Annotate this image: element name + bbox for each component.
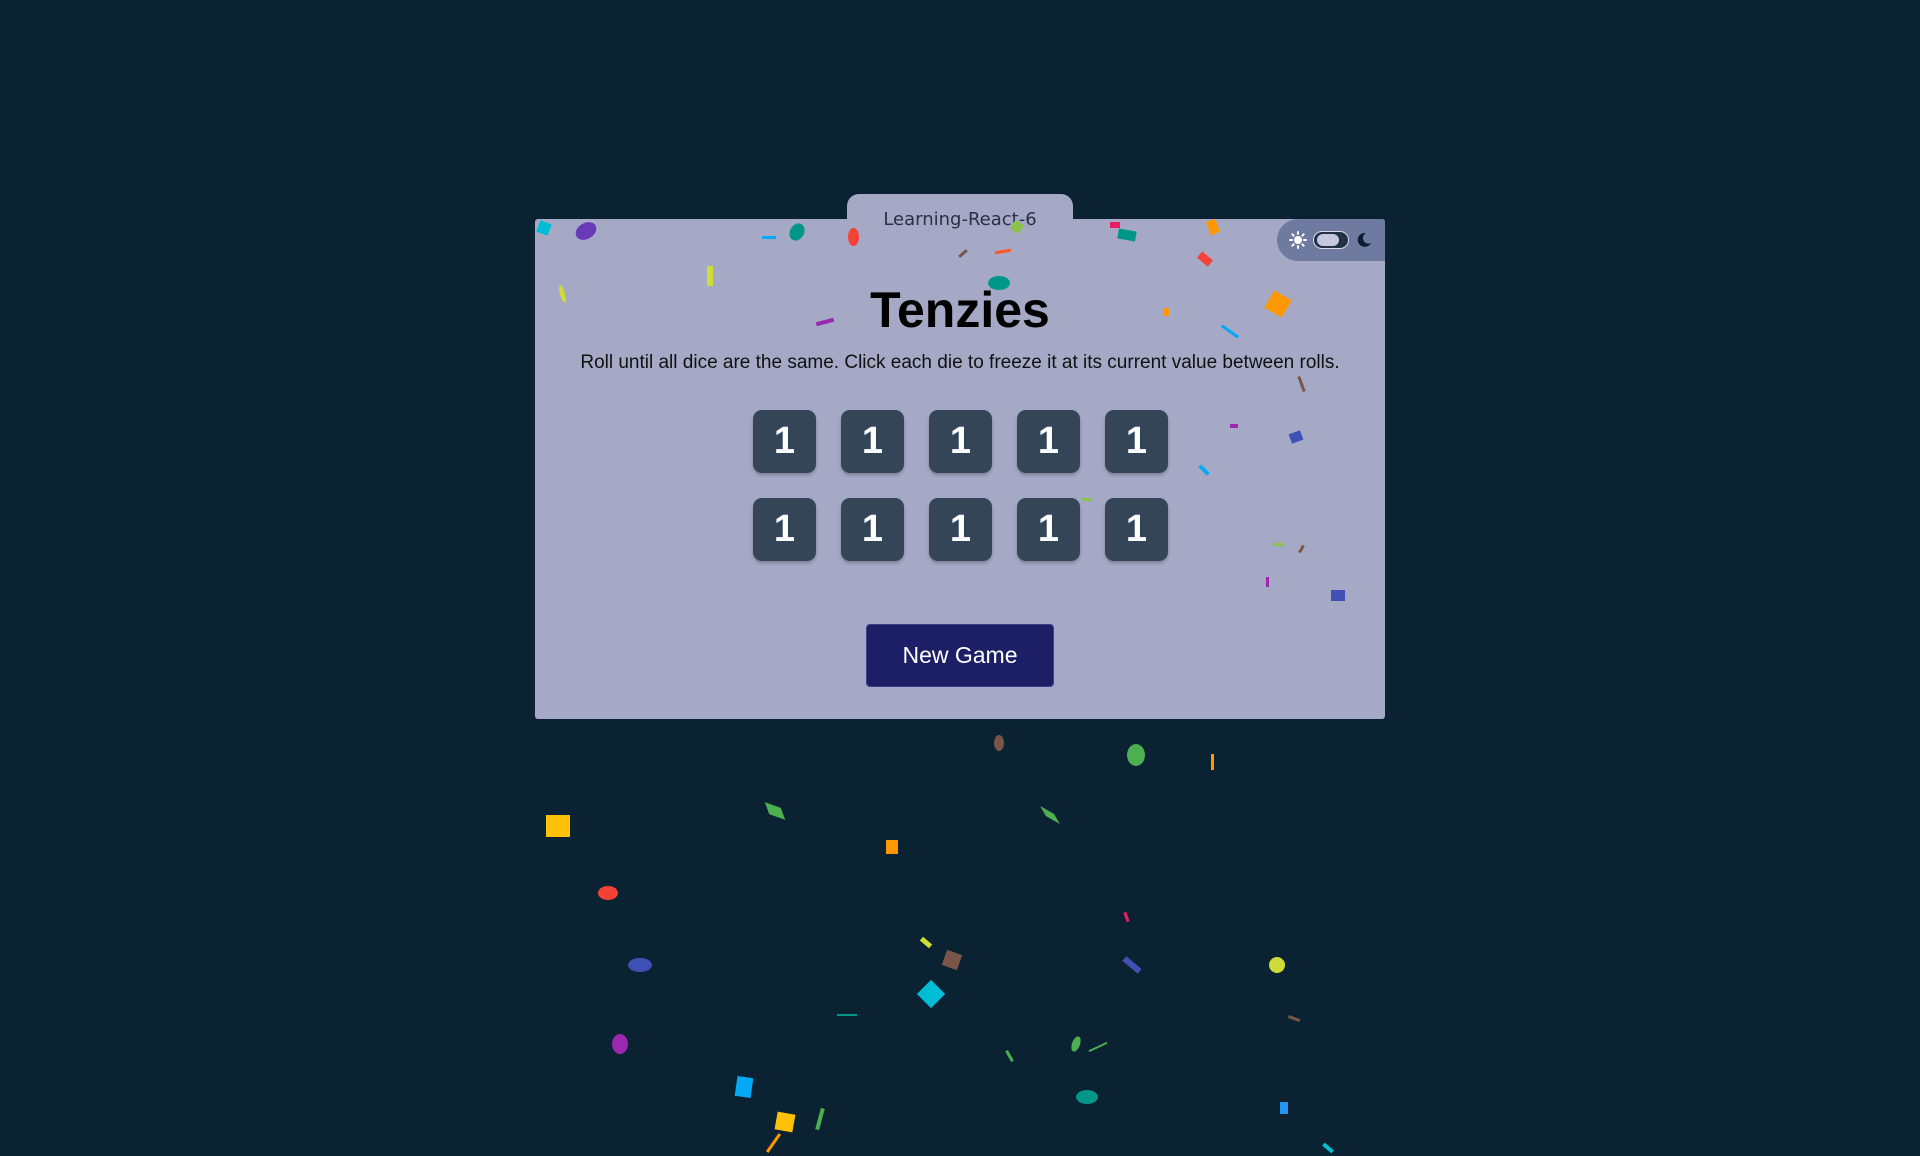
confetti-piece (1069, 1035, 1083, 1053)
moon-icon (1355, 231, 1373, 249)
game-card: Tenzies Roll until all dice are the same… (535, 219, 1385, 719)
confetti-piece (628, 958, 652, 972)
window-tab: Learning-React-6 (847, 194, 1073, 244)
tab-label: Learning-React-6 (883, 208, 1037, 230)
die[interactable]: 1 (1105, 498, 1168, 561)
confetti-piece (919, 936, 933, 949)
theme-switch-knob (1317, 234, 1339, 246)
die[interactable]: 1 (841, 410, 904, 473)
confetti-piece (1005, 1050, 1014, 1062)
confetti-piece (1127, 744, 1145, 766)
confetti-piece (1040, 805, 1060, 825)
game-instructions: Roll until all dice are the same. Click … (580, 352, 1340, 373)
confetti-piece (1269, 957, 1285, 973)
confetti-piece (815, 1107, 825, 1131)
confetti-piece (774, 1111, 796, 1133)
confetti-piece (886, 840, 898, 854)
die[interactable]: 1 (1105, 410, 1168, 473)
dice-grid: 1 1 1 1 1 1 1 1 1 1 (753, 410, 1168, 561)
confetti-piece (916, 979, 946, 1009)
theme-switch[interactable] (1313, 231, 1349, 249)
confetti-piece (1322, 1142, 1334, 1154)
confetti-piece (612, 1034, 628, 1054)
die[interactable]: 1 (1017, 498, 1080, 561)
confetti-piece (1076, 1090, 1098, 1104)
die[interactable]: 1 (841, 498, 904, 561)
confetti-piece (837, 1014, 857, 1016)
die[interactable]: 1 (753, 498, 816, 561)
new-game-button[interactable]: New Game (866, 624, 1054, 687)
confetti-piece (1123, 911, 1130, 923)
sun-icon (1289, 231, 1307, 249)
confetti-piece (1211, 754, 1214, 770)
confetti-piece (941, 949, 963, 971)
confetti-piece (734, 1075, 754, 1099)
die[interactable]: 1 (929, 410, 992, 473)
confetti-piece (598, 886, 618, 900)
confetti-piece (994, 735, 1004, 751)
confetti-piece (1287, 1015, 1301, 1022)
die[interactable]: 1 (929, 498, 992, 561)
confetti-piece (1122, 956, 1142, 974)
confetti-piece (546, 815, 570, 837)
confetti-piece (765, 1133, 782, 1153)
confetti-piece (764, 802, 786, 820)
theme-toggle[interactable] (1277, 219, 1385, 261)
app-stage: Learning-React-6 Tenzies Roll until all … (0, 0, 1920, 1156)
confetti-piece (1088, 1041, 1108, 1053)
die[interactable]: 1 (1017, 410, 1080, 473)
confetti-piece (1280, 1102, 1288, 1114)
game-title: Tenzies (870, 282, 1050, 338)
die[interactable]: 1 (753, 410, 816, 473)
